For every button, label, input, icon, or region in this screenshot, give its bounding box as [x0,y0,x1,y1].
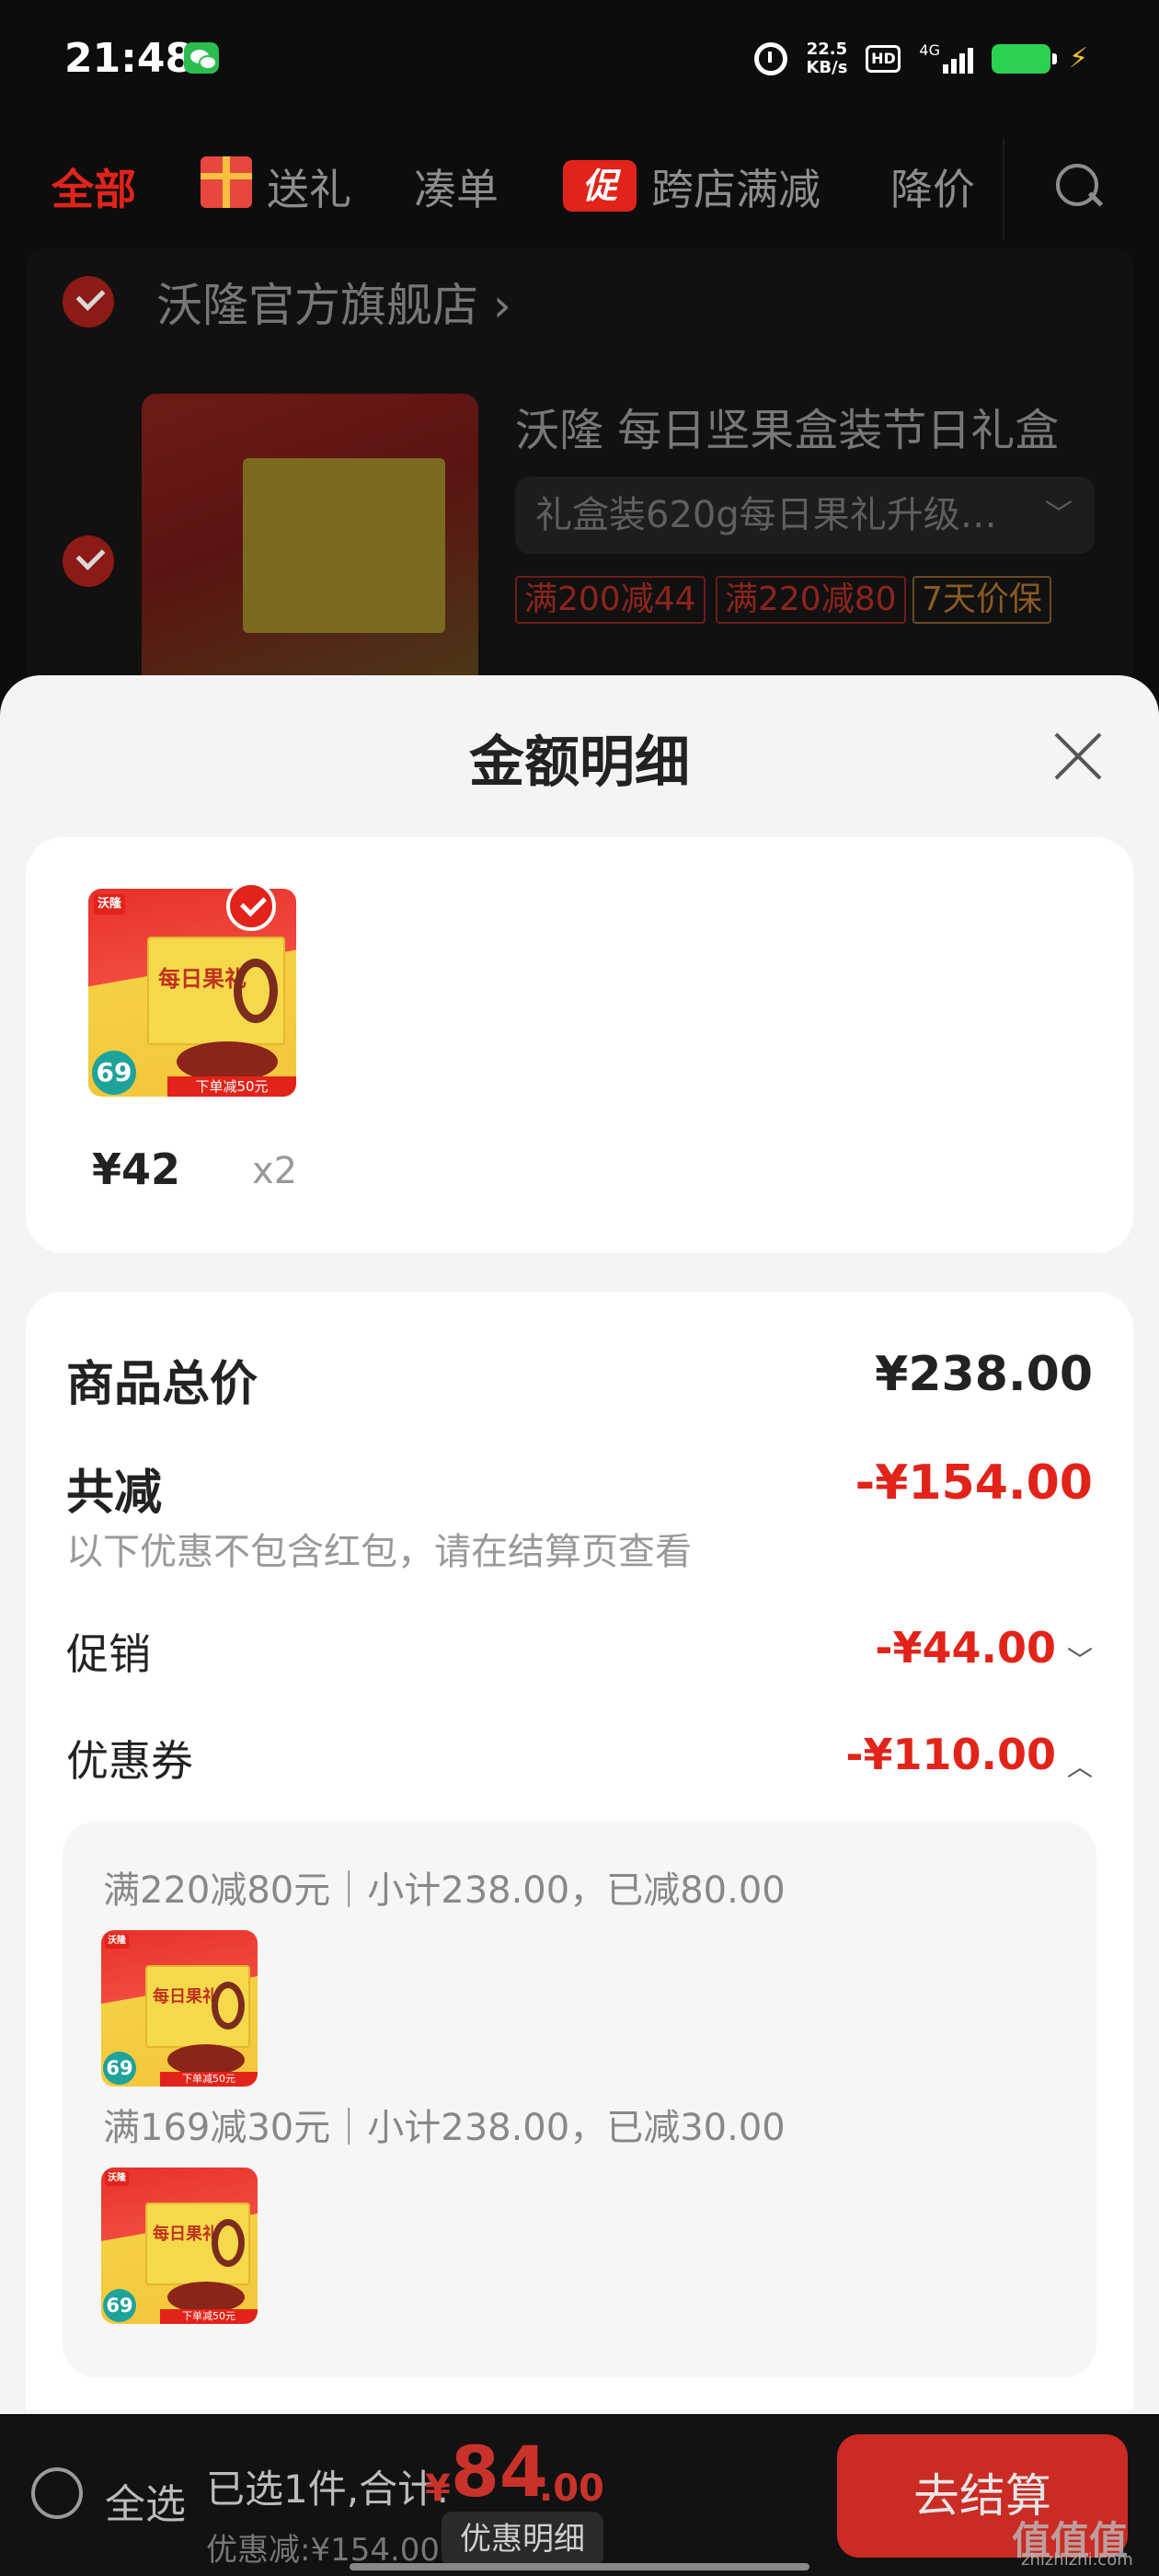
thumb-brand-logo: 沃隆 [105,2171,129,2186]
network-speed: 22.5 KB/s [806,40,847,77]
total-amount-decimal: .00 [539,2467,604,2510]
network-type: 4G [919,41,940,59]
status-bar: 21:48 22.5 KB/s HD 4G ⚡ [0,0,1159,120]
product-image-box [243,458,445,633]
thumb-price-badge: 69 [103,2052,136,2085]
coupon-detail-line: 满169减30元｜小计238.00，已减30.00 [103,2107,786,2149]
store-name-text: 沃隆官方旗舰店 [156,279,478,332]
store-checkbox[interactable] [63,276,114,328]
thumb-brand-logo: 沃隆 [94,894,125,914]
tabs-divider [1003,138,1004,239]
thumb-nuts-graphic [167,2282,245,2313]
signal-icon: 4G [919,41,973,74]
chevron-down-icon: ﹀ [1066,1644,1093,1675]
tab-all[interactable]: 全部 [52,156,136,217]
thumb-promo-strip: 下单减50元 [160,2309,258,2324]
coupon-value: -¥110.00 [845,1730,1056,1779]
charging-bolt-icon: ⚡ [1069,42,1089,75]
product-spec-select[interactable]: 礼盒装620g每日果礼升级… ﹀ [515,477,1095,554]
gift-icon [201,156,252,208]
thumb-gift-box: 每日果礼 [145,1965,250,2048]
promo-tag: 满220减80 [716,576,906,624]
total-reduce-label: 共减 [66,1466,163,1521]
promo-tag: 满200减44 [515,576,706,624]
selected-summary: 已选1件,合计: [206,2467,450,2512]
thumb-price-badge: 69 [92,1051,136,1095]
coupon-item-thumbnail: 沃隆 每日果礼 69 下单减50元 [101,1930,258,2087]
thumb-gift-box: 每日果礼 [145,2202,250,2285]
wechat-notification-icon [184,42,219,74]
discount-detail-button[interactable]: 优惠明细 [442,2512,603,2567]
battery-icon [992,44,1057,74]
chevron-up-icon: ︿ [1066,1751,1093,1782]
thumb-price-badge: 69 [103,2289,136,2322]
coupon-detail-box: 满220减80元｜小计238.00，已减80.00 沃隆 每日果礼 69 下单减… [63,1822,1096,2377]
thumb-six-graphic [212,1982,245,2030]
product-checkbox[interactable] [63,535,114,587]
network-speed-unit: KB/s [806,58,848,77]
item-unit-price: ¥42 [92,1144,181,1194]
thumb-gift-box: 每日果礼 [147,937,285,1045]
home-indicator[interactable] [350,2563,809,2570]
network-speed-value: 22.5 [806,40,848,59]
store-chevron-icon: › [492,279,511,332]
alarm-icon [754,42,788,75]
status-indicators: 22.5 KB/s HD 4G ⚡ [754,40,1095,77]
tab-gift[interactable]: 送礼 [267,156,351,217]
total-reduce-value: -¥154.00 [855,1455,1093,1511]
cart-filter-tabs: 全部 送礼 凑单 促 跨店满减 降价 [0,138,1159,239]
hd-icon: HD [866,45,901,73]
thumb-brand-logo: 沃隆 [105,1934,129,1949]
goods-total-label: 商品总价 [66,1357,258,1412]
coupon-detail-line: 满220减80元｜小计238.00，已减80.00 [103,1869,786,1912]
search-icon[interactable] [1056,164,1104,212]
thumb-box-text: 每日果礼 [153,2225,219,2244]
price-protect-tag: 7天价保 [912,576,1051,624]
promo-badge-icon: 促 [563,160,637,212]
close-icon[interactable] [1050,729,1106,784]
select-all-checkbox[interactable] [31,2467,83,2519]
product-spec-text: 礼盒装620g每日果礼升级… [535,494,997,536]
promotion-label: 促销 [66,1629,151,1679]
watermark-url: zhizhizhi.com [1021,2550,1133,2570]
product-title[interactable]: 沃隆 每日坚果盒装节日礼盒 [515,394,1059,458]
selected-items-card: 沃隆 每日果礼 69 下单减50元 ¥42 x2 [26,837,1133,1253]
tab-cross-store[interactable]: 跨店满减 [651,156,820,217]
thumb-nuts-graphic [167,2044,245,2076]
store-name[interactable]: 沃隆官方旗舰店 › [156,269,511,335]
thumb-promo-strip: 下单减50元 [167,1076,296,1097]
thumb-box-text: 每日果礼 [153,1987,219,2007]
item-selected-check-icon [226,881,276,931]
chevron-down-icon: ﹀ [1045,499,1073,531]
coupon-label: 优惠券 [66,1736,193,1786]
coupon-item-thumbnail: 沃隆 每日果礼 69 下单减50元 [101,2168,258,2324]
tab-bundle[interactable]: 凑单 [414,156,499,217]
thumb-six-graphic [234,959,278,1023]
tab-price-drop[interactable]: 降价 [890,156,975,217]
price-summary-card: 商品总价 ¥238.00 共减 -¥154.00 以下优惠不包含红包，请在结算页… [26,1292,1133,2410]
reduce-note: 以下优惠不包含红包，请在结算页查看 [66,1531,692,1573]
total-amount-integer: 84 [451,2431,548,2513]
amount-detail-sheet: 金额明细 沃隆 每日果礼 69 下单减50元 ¥42 x2 商品总价 ¥238.… [0,675,1159,2414]
status-time: 21:48 [64,35,194,82]
promotion-value: -¥44.00 [875,1623,1056,1673]
sheet-title: 金额明细 [469,730,690,795]
total-currency: ¥ [425,2467,451,2510]
goods-total-value: ¥238.00 [875,1347,1093,1402]
coupon-row-toggle[interactable]: -¥110.00 ︿ [845,1730,1093,1784]
checkout-bar: 全选 已选1件,合计: ¥ 84 .00 优惠减:¥154.00 优惠明细 去结… [0,2416,1159,2576]
thumb-six-graphic [212,2219,245,2267]
promotion-row-toggle[interactable]: -¥44.00 ﹀ [875,1623,1093,1677]
thumb-promo-strip: 下单减50元 [160,2072,258,2087]
product-image[interactable] [142,394,478,697]
item-quantity: x2 [252,1150,298,1192]
select-all-label[interactable]: 全选 [105,2471,186,2530]
